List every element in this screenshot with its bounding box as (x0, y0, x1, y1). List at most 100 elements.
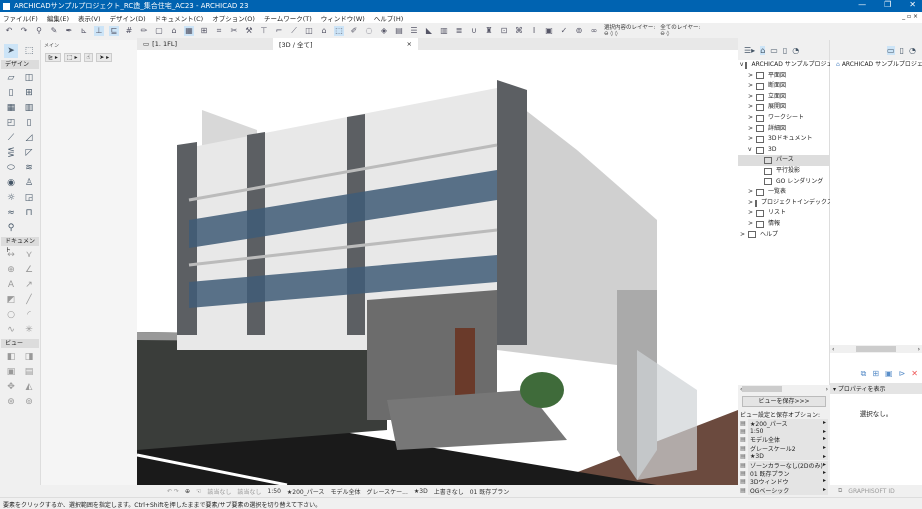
folder-icon[interactable]: ▭ (887, 45, 895, 55)
close-tab-icon[interactable]: × (407, 40, 412, 48)
tree-root[interactable]: v ARCHICAD サンプルプロジェクト (738, 60, 845, 71)
syringe-icon[interactable]: ✒ (64, 26, 74, 36)
close-button[interactable]: ✕ (909, 0, 916, 9)
mesh-tool-icon[interactable]: ≈ (4, 206, 18, 220)
scale-dropdown[interactable]: 1:50 (267, 488, 280, 495)
3d-style-dropdown[interactable]: ★3D (414, 488, 428, 495)
marquee-tool-icon[interactable]: ⬚ (22, 44, 36, 58)
magnet-icon[interactable]: ∪ (469, 26, 479, 36)
line-tool-icon[interactable]: ╱ (22, 293, 36, 307)
circle-tool-icon[interactable]: ○ (4, 308, 18, 322)
pin-tool-icon[interactable]: ⚲ (4, 221, 18, 235)
tab-floor-plan[interactable]: ▭ [1. 1FL] (137, 38, 183, 50)
tree-item[interactable]: > ワークシート (738, 113, 829, 124)
worksheet-tool-icon[interactable]: ▤ (22, 365, 36, 379)
pencil-icon[interactable]: ✏ (139, 26, 149, 36)
section-tool-icon[interactable]: ◧ (4, 350, 18, 364)
door-tool-icon[interactable]: ▯ (4, 86, 18, 100)
change-tool-icon[interactable]: ◭ (22, 380, 36, 394)
option-arrow-icon[interactable]: ▸ (823, 486, 826, 495)
undo-icon[interactable]: ↶ (4, 26, 14, 36)
expander-icon[interactable]: > (748, 208, 754, 219)
menu-document[interactable]: ドキュメント(C) (155, 13, 204, 23)
trim-icon[interactable]: ⊤ (259, 26, 269, 36)
tree-item[interactable]: 平行投影 (738, 166, 829, 177)
selection-method-dropdown[interactable]: ⬚ ▸ (63, 53, 81, 62)
morph-tool-icon[interactable]: ◉ (4, 176, 18, 190)
expander-icon[interactable]: > (748, 124, 754, 135)
view-section[interactable]: ビュー (1, 339, 39, 348)
tab-3d[interactable]: [3D / 全て] × (273, 38, 418, 50)
expander-icon[interactable]: > (748, 102, 754, 113)
undo-view-icon[interactable]: ↶ ↷ (167, 488, 179, 495)
zone-icon[interactable]: ▤ (394, 26, 404, 36)
spline-tool-icon[interactable]: ∿ (4, 323, 18, 337)
suspend-groups-icon[interactable]: ▦ (184, 25, 194, 36)
magic-wand-icon[interactable]: ⚒ (244, 26, 254, 36)
tree-item[interactable]: >3Dドキュメント (738, 134, 829, 145)
link-icon[interactable]: ⊚ (574, 26, 584, 36)
guide-icon[interactable]: ⊾ (79, 26, 89, 36)
window-tool-icon[interactable]: ⊞ (22, 86, 36, 100)
expander-icon[interactable]: > (748, 92, 754, 103)
all-layers-control[interactable]: 全てのレイヤー: ⊖ ◊ (660, 25, 700, 37)
model-view-dropdown[interactable]: モデル全体 (330, 487, 360, 496)
navigation-icon[interactable]: ◈ (379, 26, 389, 36)
wall-tool-icon[interactable]: ▱ (4, 71, 18, 85)
expander-icon[interactable]: > (748, 113, 754, 124)
tree-item[interactable]: > リスト (738, 208, 829, 219)
view-map-icon[interactable]: ▭ (770, 46, 778, 55)
save-view-button[interactable]: ビューを保存>>> (742, 396, 826, 407)
tree-item[interactable]: > 情報 (738, 219, 829, 230)
view-option-row[interactable]: ▤ OGベーシック ▸ (738, 485, 830, 495)
fill-tool-icon[interactable]: ◩ (4, 293, 18, 307)
hotspot-tool-icon[interactable]: ✳ (22, 323, 36, 337)
roof-icon[interactable]: ◣ (424, 26, 434, 36)
edit-icon[interactable]: ✐ (349, 26, 359, 36)
layout-icon[interactable]: ▯ (900, 46, 904, 55)
option-arrow-icon[interactable]: ▸ (823, 453, 826, 460)
view-dropdown[interactable]: ★200_パース (287, 487, 325, 496)
fence-tool-icon[interactable]: ⊓ (22, 206, 36, 220)
adjust-icon[interactable]: ⟋ (289, 26, 299, 36)
graphic-override-dropdown[interactable]: 該当なし (237, 487, 261, 496)
object-tool-icon[interactable]: ♙ (22, 176, 36, 190)
text-tool-icon[interactable]: A (4, 278, 18, 292)
minimize-button[interactable]: — (858, 0, 866, 9)
tree-item[interactable]: > ヘルプ (738, 230, 829, 241)
project-map-icon[interactable]: ⌂ (760, 45, 766, 55)
view-option-row[interactable]: ▤ ★200_パース ▸ (738, 418, 830, 428)
menu-options[interactable]: オプション(O) (212, 13, 255, 23)
snap-icon[interactable]: ⊥ (94, 25, 104, 36)
delete-icon[interactable]: ✕ (911, 369, 918, 379)
trace-icon[interactable]: ⊞ (199, 26, 209, 36)
clone-folder-icon[interactable]: ⧉ (861, 369, 867, 379)
pan-icon[interactable]: ☜ (196, 488, 201, 495)
column-icon[interactable]: I (529, 26, 539, 36)
tree-item[interactable]: > 詳細図 (738, 124, 829, 135)
level-dimension-icon[interactable]: ⋎ (22, 248, 36, 262)
horizontal-scrollbar[interactable]: ‹ › (738, 385, 830, 393)
label-tool-icon[interactable]: ↗ (22, 278, 36, 292)
properties-header[interactable]: ▾ プロパティを表示 (830, 383, 922, 394)
frame-icon[interactable]: ▢ (154, 26, 164, 36)
window-icon[interactable]: ⧉ (838, 487, 842, 495)
roof-tool-icon[interactable]: ◸ (22, 146, 36, 160)
figure-tool-icon[interactable]: ⊚ (22, 395, 36, 409)
table-icon[interactable]: ≣ (454, 26, 464, 36)
tower-icon[interactable]: ♜ (484, 26, 494, 36)
beam-tool-icon[interactable]: ⟋ (4, 131, 18, 145)
document-section[interactable]: ドキュメント (1, 237, 39, 254)
tree-item[interactable]: パース (738, 155, 829, 166)
menu-design[interactable]: デザイン(D) (110, 13, 146, 23)
gravity-icon[interactable]: ⊑ (109, 25, 119, 36)
eyedropper-icon[interactable]: ✎ (49, 26, 59, 36)
dimension-tool-icon[interactable]: ↔ (4, 248, 18, 262)
curtain-wall-icon[interactable]: ◫ (22, 71, 36, 85)
arc-tool-icon[interactable]: ◜ (22, 308, 36, 322)
menu-edit[interactable]: 編集(E) (47, 13, 69, 23)
3d-select-icon[interactable]: ⬚ (334, 25, 344, 36)
horizontal-scrollbar[interactable]: ‹ › (830, 345, 922, 353)
lamp-tool-icon[interactable]: ☼ (4, 191, 18, 205)
option-arrow-icon[interactable]: ▸ (823, 419, 826, 428)
